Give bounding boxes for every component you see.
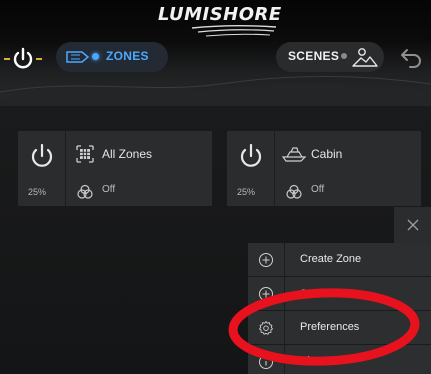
- master-power-button[interactable]: [0, 44, 50, 74]
- scenes-dot: [341, 53, 347, 59]
- lumishore-logo: LUMISHORE: [150, 4, 290, 40]
- zones-tab[interactable]: ZONES: [56, 42, 168, 72]
- scenes-tab[interactable]: SCENES: [276, 42, 384, 72]
- close-icon: [407, 219, 419, 231]
- zone-brightness: 25%: [237, 187, 256, 197]
- menu-item-preferences[interactable]: Preferences: [248, 311, 431, 345]
- header-wave-decoration: [0, 76, 431, 106]
- gear-icon: [259, 321, 273, 335]
- menu-item-label: Preferences: [300, 321, 360, 333]
- zone-name: Cabin: [311, 147, 343, 161]
- menu-icon-cell: [248, 345, 285, 374]
- menu-icon-cell: [248, 277, 285, 310]
- scenes-tab-label: SCENES: [288, 49, 340, 63]
- color-scene-icon[interactable]: [76, 184, 94, 200]
- power-indicator-right: [36, 58, 42, 60]
- power-icon: [13, 47, 33, 69]
- menu-icon-cell: [248, 311, 285, 344]
- light-bar-icon: [66, 51, 90, 63]
- zone-power-icon[interactable]: [239, 143, 263, 169]
- menu-item-save-as-scene[interactable]: Save as Sc: [248, 277, 431, 311]
- menu-item-label: Save as Sc: [300, 288, 356, 300]
- zones-active-dot: [92, 53, 99, 60]
- header-bar: LUMISHORE ZONES SCENES: [0, 0, 431, 106]
- scene-landscape-icon: [352, 48, 378, 67]
- power-indicator-left: [4, 58, 10, 60]
- color-scene-icon[interactable]: [285, 184, 303, 200]
- menu-item-label: About: [300, 355, 329, 367]
- menu-item-create-zone[interactable]: Create Zone: [248, 243, 431, 277]
- menu-close-button[interactable]: [394, 207, 431, 243]
- plus-circle-icon: [259, 253, 273, 267]
- grid-zones-icon: [76, 145, 94, 163]
- boat-icon: [282, 147, 306, 162]
- zone-scene-status: Off: [102, 184, 116, 195]
- card-divider: [65, 131, 66, 206]
- zone-card-cabin[interactable]: 25% Cabin Off: [227, 131, 421, 206]
- zone-card-all-zones[interactable]: 25% All Zones Off: [18, 131, 212, 206]
- menu-item-label: Create Zone: [300, 253, 362, 265]
- info-icon: [259, 355, 273, 369]
- lumishore-app: LUMISHORE ZONES SCENES 25% All Zones Off…: [0, 0, 431, 374]
- zone-power-icon[interactable]: [30, 143, 54, 169]
- brand-name: LUMISHORE: [158, 4, 282, 25]
- menu-icon-cell: [248, 243, 285, 276]
- options-menu: Create Zone Save as Sc Preferences About: [248, 243, 431, 374]
- card-divider: [274, 131, 275, 206]
- zone-brightness: 25%: [28, 187, 47, 197]
- logo-swoosh: [191, 25, 277, 37]
- zone-name: All Zones: [102, 147, 153, 161]
- zones-tab-label: ZONES: [106, 49, 149, 63]
- back-arrow-icon[interactable]: [398, 45, 424, 71]
- zone-scene-status: Off: [311, 184, 325, 195]
- plus-circle-icon: [259, 287, 273, 301]
- menu-item-about[interactable]: About: [248, 345, 431, 374]
